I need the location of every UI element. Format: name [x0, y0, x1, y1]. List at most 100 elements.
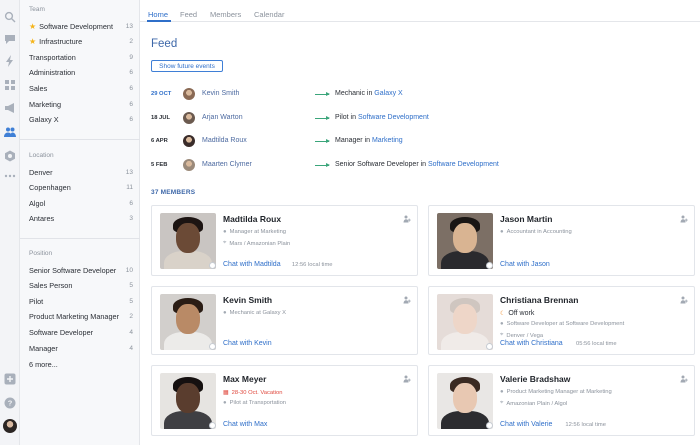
member-role: ● Accountant in Accounting [500, 229, 572, 235]
more-icon[interactable] [3, 169, 17, 183]
member-card[interactable]: Madtilda Roux ● Manager at Marketing ⌖ Mars … [151, 205, 418, 276]
vacation-text: 28-30 Oct. Vacation [231, 389, 283, 396]
local-time: 12:56 local time [291, 262, 333, 268]
chat-with-member-link[interactable]: Chat with Christiana [500, 340, 563, 347]
icon-rail: ? [0, 0, 20, 445]
status-text: Off work [508, 310, 535, 317]
add-icon[interactable] [3, 372, 17, 386]
people-icon[interactable] [3, 125, 17, 139]
chat-with-member-link[interactable]: Chat with Jason [500, 261, 550, 268]
member-photo[interactable] [437, 373, 493, 429]
sidebar-location-item[interactable]: Antares 3 [29, 213, 133, 225]
member-photo[interactable] [160, 213, 216, 269]
member-name[interactable]: Madtilda Roux [223, 214, 281, 224]
megaphone-icon[interactable] [3, 101, 17, 115]
event-person-link[interactable]: Kevin Smith [202, 90, 239, 97]
member-card[interactable]: Valerie Bradshaw ● Product Marketing Manag… [428, 365, 695, 436]
sidebar-team-item[interactable]: ★ Infrastructure 2 [29, 36, 133, 48]
member-card[interactable]: Max Meyer ▦ 28-30 Oct. Vacation ● Pilot at T… [151, 365, 418, 436]
chat-with-member-link[interactable]: Chat with Valerie [500, 421, 552, 428]
help-icon[interactable]: ? [3, 396, 17, 410]
event-team-link[interactable]: Marketing [372, 137, 403, 144]
feed-event: 29 OCT Kevin Smith Mechanic in Galaxy X [151, 88, 691, 102]
sidebar-team-item[interactable]: Transportation 9 [29, 51, 133, 63]
sidebar-position-item[interactable]: Software Developer 4 [29, 326, 133, 338]
event-avatar[interactable] [183, 111, 195, 124]
show-more-label: 6 more... [29, 359, 58, 369]
user-avatar[interactable] [3, 419, 17, 433]
member-role: ● Software Developer at Software Developm… [500, 321, 624, 327]
sidebar-location-label: Copenhagen [29, 183, 71, 193]
tab-members[interactable]: Members [210, 10, 241, 19]
sidebar-position-item[interactable]: Pilot 5 [29, 295, 133, 307]
sidebar-location-item[interactable]: Copenhagen 11 [29, 182, 133, 194]
sidebar-position-label: Sales Person [29, 281, 73, 291]
member-role: ● Manager at Marketing [223, 229, 286, 235]
chat-with-member-link[interactable]: Chat with Madtilda [223, 261, 281, 268]
sidebar-location-count: 13 [125, 168, 133, 176]
sidebar-team-item[interactable]: Sales 6 [29, 82, 133, 94]
member-photo[interactable] [160, 294, 216, 350]
sidebar-position-count: 5 [129, 297, 133, 305]
sidebar-team-item[interactable]: Administration 6 [29, 67, 133, 79]
member-role-text: Manager at Marketing [229, 229, 287, 235]
sidebar-position-item[interactable]: Product Marketing Manager 2 [29, 311, 133, 323]
sidebar-team-count: 6 [129, 69, 133, 77]
member-photo[interactable] [437, 213, 493, 269]
sidebar-position-item[interactable]: Manager 4 [29, 342, 133, 354]
sidebar-location-item[interactable]: Algol 6 [29, 197, 133, 209]
member-role-text: Product Marketing Manager at Marketing [506, 389, 612, 395]
event-person-link[interactable]: Maarten Clymer [202, 161, 252, 168]
tab-home[interactable]: Home [148, 10, 168, 19]
apps-icon[interactable] [3, 78, 17, 92]
sidebar-team-item[interactable]: Marketing 6 [29, 98, 133, 110]
event-team-link[interactable]: Software Development [428, 161, 499, 168]
event-avatar[interactable] [183, 158, 195, 171]
hexagon-icon[interactable] [3, 149, 17, 163]
show-future-events-button[interactable]: Show future events [151, 60, 223, 72]
lightning-icon[interactable] [3, 54, 17, 68]
sidebar-position-item[interactable]: Senior Software Developer 10 [29, 264, 133, 276]
sidebar-team-item[interactable]: Galaxy X 6 [29, 114, 133, 126]
chat-with-member-link[interactable]: Chat with Kevin [223, 340, 272, 347]
member-card[interactable]: Kevin Smith ● Mechanic at Galaxy X Chat wit… [151, 286, 418, 355]
member-photo[interactable] [437, 294, 493, 350]
location-pin-icon: ⌖ [500, 400, 504, 406]
add-contact-icon[interactable] [680, 370, 688, 383]
sidebar-position-count: 4 [129, 344, 133, 352]
tab-calendar[interactable]: Calendar [254, 10, 284, 19]
chat-icon[interactable] [3, 32, 17, 46]
member-card[interactable]: Christiana Brennan ☾ Off work ● Software Dev… [428, 286, 695, 355]
event-avatar[interactable] [183, 88, 195, 100]
event-team-link[interactable]: Galaxy X [374, 90, 402, 97]
search-icon[interactable] [3, 10, 17, 24]
event-person-link[interactable]: Madtilda Roux [202, 137, 247, 144]
show-more-positions[interactable]: 6 more... [29, 358, 133, 370]
add-contact-icon[interactable] [680, 291, 688, 304]
sidebar-team-item[interactable]: ★ Software Development 13 [29, 20, 133, 32]
add-contact-icon[interactable] [403, 370, 411, 383]
member-photo[interactable] [160, 373, 216, 429]
event-date: 5 FEB [151, 161, 168, 168]
position-section-title: Position [29, 250, 53, 257]
member-name[interactable]: Jason Martin [500, 214, 552, 224]
sidebar-location-item[interactable]: Denver 13 [29, 166, 133, 178]
member-name[interactable]: Christiana Brennan [500, 295, 578, 305]
add-contact-icon[interactable] [403, 291, 411, 304]
member-name[interactable]: Valerie Bradshaw [500, 374, 570, 384]
event-person-link[interactable]: Arjan Warton [202, 114, 243, 121]
member-role-text: Mechanic at Galaxy X [229, 310, 287, 316]
member-card[interactable]: Jason Martin ● Accountant in Accounting Cha… [428, 205, 695, 276]
add-contact-icon[interactable] [403, 210, 411, 223]
tab-feed[interactable]: Feed [180, 10, 197, 19]
member-name[interactable]: Kevin Smith [223, 295, 272, 305]
feed-title: Feed [151, 38, 178, 50]
member-name[interactable]: Max Meyer [223, 374, 266, 384]
chat-with-member-link[interactable]: Chat with Max [223, 421, 267, 428]
event-team-link[interactable]: Software Development [358, 114, 429, 121]
sidebar-position-item[interactable]: Sales Person 5 [29, 280, 133, 292]
add-contact-icon[interactable] [680, 210, 688, 223]
member-role-text: Accountant in Accounting [506, 229, 572, 235]
member-location-text: Amazonian Plain / Algol [506, 400, 568, 407]
event-avatar[interactable] [183, 135, 195, 147]
